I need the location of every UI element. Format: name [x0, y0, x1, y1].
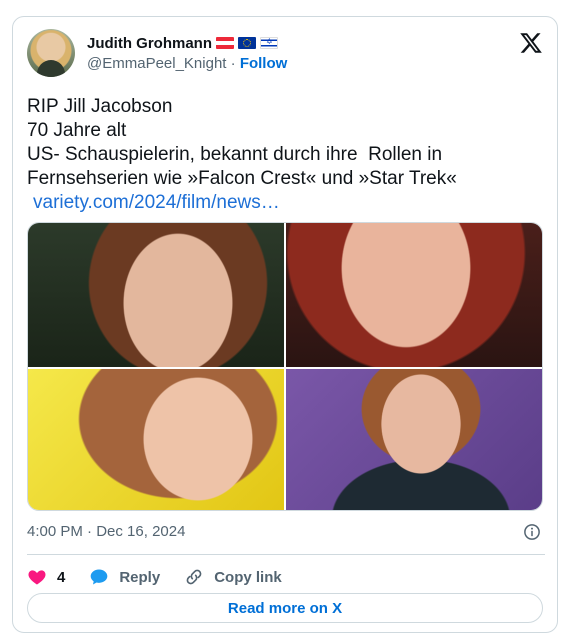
user-handle[interactable]: @EmmaPeel_Knight	[87, 55, 226, 72]
tweet-time[interactable]: 4:00 PM	[27, 523, 83, 540]
x-logo-icon[interactable]	[519, 31, 543, 55]
time-separator: ·	[87, 523, 93, 540]
timestamp-row: 4:00 PM · Dec 16, 2024	[27, 523, 545, 543]
handle-separator: ·	[230, 55, 236, 72]
action-bar: 4 Reply Copy link	[27, 563, 306, 591]
media-grid	[27, 222, 543, 511]
tweet-line: US- Schauspielerin, bekannt durch ihre R…	[27, 144, 443, 165]
reply-bubble-icon	[91, 569, 108, 585]
tweet-link[interactable]: variety.com/2024/film/news…	[27, 192, 280, 213]
reply-label: Reply	[119, 568, 161, 586]
eu-flag-icon	[238, 37, 256, 49]
heart-icon	[28, 570, 46, 585]
portrait-photo-2[interactable]	[286, 223, 542, 367]
tweet-card: Judith Grohmann @EmmaPeel_Knight · Follo…	[12, 16, 558, 633]
tweet-line: RIP Jill Jacobson	[27, 96, 173, 117]
austria-flag-icon	[216, 37, 234, 49]
follow-button[interactable]: Follow	[240, 55, 288, 72]
avatar[interactable]	[27, 29, 75, 77]
portrait-photo-1[interactable]	[28, 223, 284, 367]
display-name[interactable]: Judith Grohmann	[87, 35, 212, 52]
portrait-photo-4[interactable]	[286, 369, 542, 510]
link-icon	[186, 569, 202, 585]
like-count: 4	[57, 568, 66, 586]
tweet-date[interactable]: Dec 16, 2024	[96, 523, 185, 540]
tweet-line: 70 Jahre alt	[27, 120, 127, 141]
like-button[interactable]: 4	[27, 567, 65, 587]
copy-link-label: Copy link	[214, 568, 282, 586]
name-row: Judith Grohmann	[87, 33, 278, 53]
portrait-photo-3[interactable]	[28, 369, 284, 510]
tweet-header: Judith Grohmann @EmmaPeel_Knight · Follo…	[27, 29, 547, 79]
divider	[27, 554, 545, 555]
israel-flag-icon	[260, 37, 278, 49]
handle-row: @EmmaPeel_Knight · Follow	[87, 55, 287, 72]
tweet-text: RIP Jill Jacobson 70 Jahre alt US- Schau…	[27, 95, 545, 215]
copy-link-button[interactable]: Copy link	[184, 567, 282, 587]
reply-button[interactable]: Reply	[89, 567, 160, 587]
info-icon[interactable]	[523, 523, 541, 541]
tweet-line: Fernsehserien wie »Falcon Crest« und »St…	[27, 168, 457, 189]
read-more-button[interactable]: Read more on X	[27, 593, 543, 623]
